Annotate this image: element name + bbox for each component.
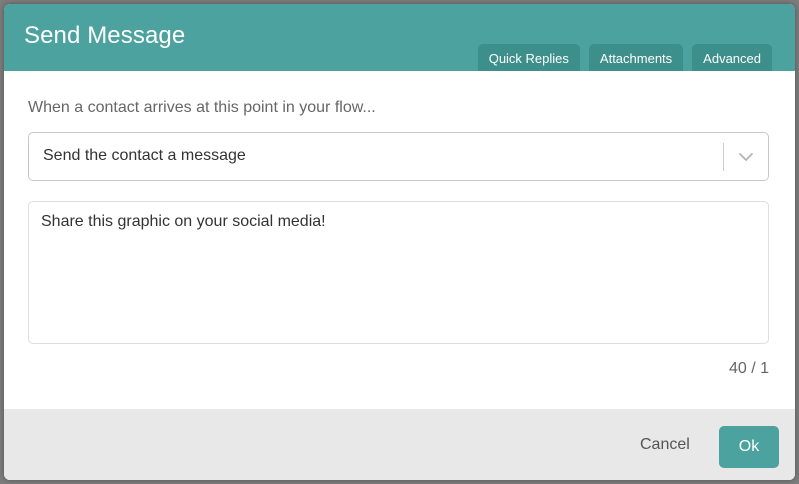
select-separator — [723, 143, 724, 171]
flow-prompt-text: When a contact arrives at this point in … — [28, 99, 376, 116]
send-message-dialog: Send Message Quick Replies Attachments A… — [4, 4, 795, 480]
dialog-title: Send Message — [24, 22, 186, 49]
cancel-button[interactable]: Cancel — [640, 436, 690, 454]
tab-attachments[interactable]: Attachments — [588, 44, 684, 71]
message-textarea[interactable]: Share this graphic on your social media! — [28, 201, 769, 344]
chevron-down-icon[interactable] — [736, 147, 756, 167]
character-counter: 40 / 1 — [728, 360, 769, 377]
action-type-select[interactable]: Send the contact a message — [28, 132, 769, 181]
dialog-tabs: Quick Replies Attachments Advanced — [477, 44, 772, 71]
dialog-header: Send Message Quick Replies Attachments A… — [4, 4, 795, 71]
dialog-body: When a contact arrives at this point in … — [4, 71, 795, 409]
tab-advanced[interactable]: Advanced — [692, 44, 772, 71]
action-type-value: Send the contact a message — [43, 147, 246, 164]
dialog-footer: Cancel Ok — [4, 409, 795, 480]
ok-button[interactable]: Ok — [719, 426, 779, 468]
tab-quick-replies[interactable]: Quick Replies — [477, 44, 580, 71]
